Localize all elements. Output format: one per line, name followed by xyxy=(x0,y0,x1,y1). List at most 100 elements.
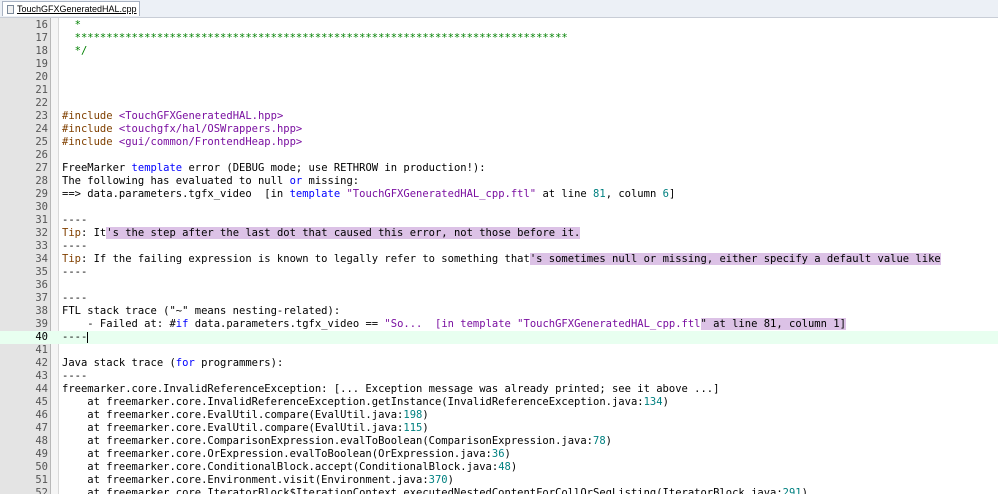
line-number: 47 xyxy=(35,422,48,434)
code-line[interactable]: 40 ---- xyxy=(0,331,998,344)
file-icon xyxy=(7,4,14,14)
code-line[interactable]: 20 xyxy=(0,71,998,84)
code-line[interactable]: 23 #include <TouchGFXGeneratedHAL.hpp> xyxy=(0,110,998,123)
code-line[interactable]: 34 Tip: If the failing expression is know… xyxy=(0,253,998,266)
line-number: 51 xyxy=(35,474,48,486)
code-line[interactable]: 35 ---- xyxy=(0,266,998,279)
code-line[interactable]: 46 at freemarker.core.EvalUtil.compare(E… xyxy=(0,409,998,422)
line-number: 35 xyxy=(35,266,48,278)
code-token: 36 xyxy=(491,448,505,460)
line-number: 21 xyxy=(35,84,48,96)
line-number: 38 xyxy=(35,305,48,317)
code-line[interactable]: 52 at freemarker.core.IteratorBlock$Iter… xyxy=(0,487,998,494)
tab-bar: TouchGFXGeneratedHAL.cpp xyxy=(0,0,998,18)
code-token: <touchgfx/hal/OSWrappers.hpp> xyxy=(118,123,303,135)
line-number: 18 xyxy=(35,45,48,57)
code-token: data.parameters.tgfx_video == xyxy=(188,318,385,330)
code-token: ) xyxy=(605,435,612,447)
code-line[interactable]: 16 * xyxy=(0,19,998,32)
line-number: 44 xyxy=(35,383,48,395)
code-line[interactable]: 25 #include <gui/common/FrontendHeap.hpp> xyxy=(0,136,998,149)
code-line[interactable]: 36 xyxy=(0,279,998,292)
code-line[interactable]: 47 at freemarker.core.EvalUtil.compare(E… xyxy=(0,422,998,435)
code-line[interactable]: 17 *************************************… xyxy=(0,32,998,45)
code-token: ---- xyxy=(62,214,88,226)
line-number: 23 xyxy=(35,110,48,122)
code-line[interactable]: 38 FTL stack trace ("~" means nesting-rel… xyxy=(0,305,998,318)
code-text: ---- xyxy=(62,214,87,227)
code-line[interactable]: 32 Tip: It's the step after the last dot … xyxy=(0,227,998,240)
tab-file[interactable]: TouchGFXGeneratedHAL.cpp xyxy=(2,1,140,16)
code-line[interactable]: 30 xyxy=(0,201,998,214)
code-token: <TouchGFXGeneratedHAL.hpp> xyxy=(118,110,284,122)
code-line[interactable]: 31 ---- xyxy=(0,214,998,227)
code-text: * xyxy=(62,19,81,32)
code-token: 's sometimes null or missing, either spe… xyxy=(529,253,941,265)
code-line[interactable]: 19 xyxy=(0,58,998,71)
line-number: 30 xyxy=(35,201,48,213)
code-token: error (DEBUG mode; use RETHROW in produc… xyxy=(182,162,486,174)
code-line[interactable]: 50 at freemarker.core.ConditionalBlock.a… xyxy=(0,461,998,474)
code-text: ==> data.parameters.tgfx_video [in templ… xyxy=(62,188,675,201)
code-text: #include <gui/common/FrontendHeap.hpp> xyxy=(62,136,302,149)
code-token: at freemarker.core.OrExpression.evalToBo… xyxy=(62,448,492,460)
code-text: freemarker.core.InvalidReferenceExceptio… xyxy=(62,383,719,396)
line-number: 16 xyxy=(35,19,48,31)
code-line[interactable]: 51 at freemarker.core.Environment.visit(… xyxy=(0,474,998,487)
code-line[interactable]: 26 xyxy=(0,149,998,162)
code-token: or xyxy=(289,175,303,187)
code-line[interactable]: 29 ==> data.parameters.tgfx_video [in tem… xyxy=(0,188,998,201)
code-line[interactable]: 41 xyxy=(0,344,998,357)
code-text: Tip: If the failing expression is known … xyxy=(62,253,941,266)
code-token: ) xyxy=(662,396,669,408)
code-token: #include xyxy=(62,136,119,148)
code-token: ---- xyxy=(62,331,88,343)
code-token: programmers): xyxy=(194,357,284,369)
code-line[interactable]: 48 at freemarker.core.ComparisonExpressi… xyxy=(0,435,998,448)
code-token: at freemarker.core.ConditionalBlock.acce… xyxy=(62,461,499,473)
text-caret xyxy=(87,331,89,343)
code-line[interactable]: 33 ---- xyxy=(0,240,998,253)
code-token: 's the step after the last dot that caus… xyxy=(106,227,581,239)
code-text: - Failed at: #if data.parameters.tgfx_vi… xyxy=(62,318,846,331)
line-number: 28 xyxy=(35,175,48,187)
code-line[interactable]: 37 ---- xyxy=(0,292,998,305)
line-number: 42 xyxy=(35,357,48,369)
code-line[interactable]: 42 Java stack trace (for programmers): xyxy=(0,357,998,370)
code-text: at freemarker.core.ConditionalBlock.acce… xyxy=(62,461,517,474)
code-line[interactable]: 22 xyxy=(0,97,998,110)
code-text: at freemarker.core.IteratorBlock$Iterati… xyxy=(62,487,808,494)
line-number: 31 xyxy=(35,214,48,226)
code-text: at freemarker.core.EvalUtil.compare(Eval… xyxy=(62,409,429,422)
code-token: at line xyxy=(536,188,594,200)
code-line[interactable]: 27 FreeMarker template error (DEBUG mode;… xyxy=(0,162,998,175)
code-line[interactable]: 49 at freemarker.core.OrExpression.evalT… xyxy=(0,448,998,461)
code-token: 115 xyxy=(403,422,423,434)
code-line[interactable]: 21 xyxy=(0,84,998,97)
code-token: FTL stack trace ("~" means nesting-relat… xyxy=(62,305,341,317)
code-line[interactable]: 18 */ xyxy=(0,45,998,58)
line-number: 48 xyxy=(35,435,48,447)
line-number: 43 xyxy=(35,370,48,382)
code-line[interactable]: 24 #include <touchgfx/hal/OSWrappers.hpp> xyxy=(0,123,998,136)
code-line[interactable]: 28 The following has evaluated to null or… xyxy=(0,175,998,188)
code-text: ---- xyxy=(62,240,87,253)
code-token: ) xyxy=(801,487,808,494)
code-line[interactable]: 43 ---- xyxy=(0,370,998,383)
code-token: ==> data.parameters.tgfx_video [in xyxy=(62,188,290,200)
code-line[interactable]: 44 freemarker.core.InvalidReferenceExcept… xyxy=(0,383,998,396)
line-number: 29 xyxy=(35,188,48,200)
code-editor[interactable]: 16 * 17 *********************************… xyxy=(0,18,998,494)
code-line[interactable]: 39 - Failed at: #if data.parameters.tgfx… xyxy=(0,318,998,331)
code-token: ) xyxy=(422,409,429,421)
code-token: 81 xyxy=(593,188,606,200)
line-number: 17 xyxy=(35,32,48,44)
line-number: 26 xyxy=(35,149,48,161)
code-token: 134 xyxy=(643,396,663,408)
code-token: ] xyxy=(668,188,676,200)
code-token: at freemarker.core.EvalUtil.compare(Eval… xyxy=(62,422,404,434)
code-token: 48 xyxy=(498,461,511,473)
code-line[interactable]: 45 at freemarker.core.InvalidReferenceEx… xyxy=(0,396,998,409)
code-token: " at line 81, column 1] xyxy=(700,318,846,330)
tab-label: TouchGFXGeneratedHAL.cpp xyxy=(17,4,137,14)
